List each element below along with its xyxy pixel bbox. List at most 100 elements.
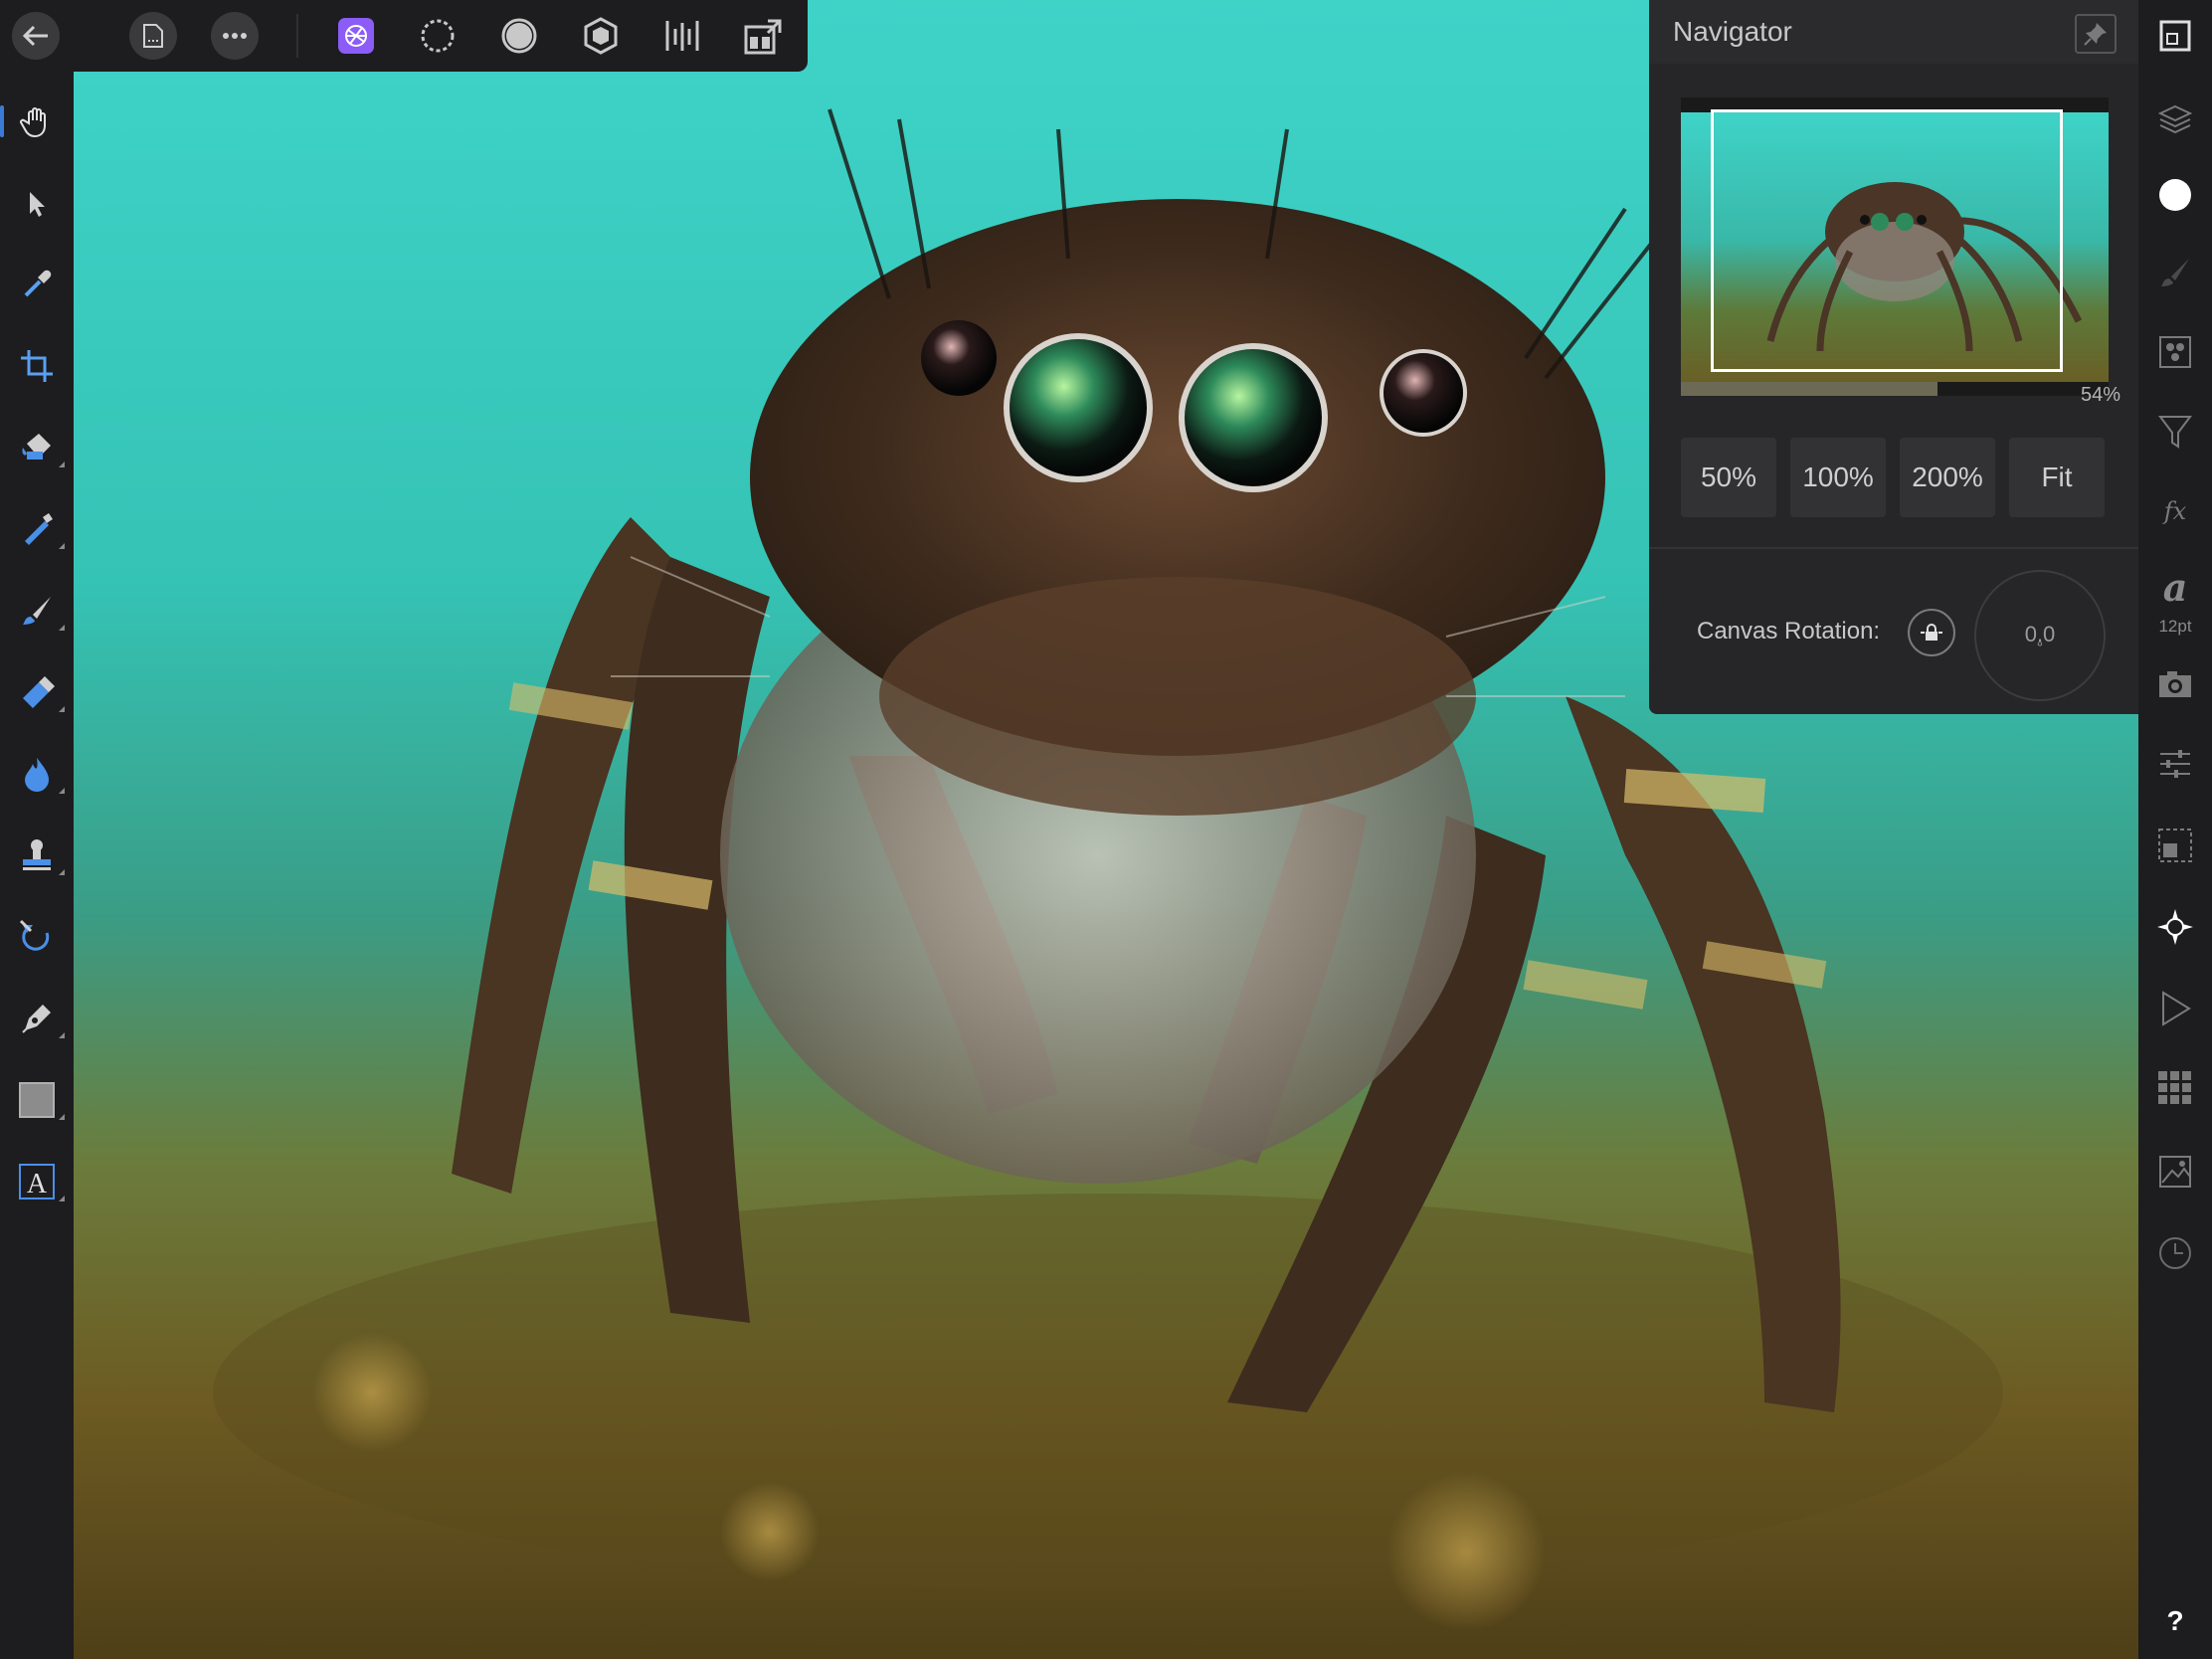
- tools-panel: A: [0, 0, 74, 1659]
- pin-panel-button[interactable]: [2075, 14, 2117, 54]
- transform-icon: [2157, 828, 2193, 863]
- rectangle-tool[interactable]: [13, 1076, 65, 1124]
- canvas-rotation-dial[interactable]: 0.0 °: [1974, 570, 2106, 701]
- viewport-frame[interactable]: [1711, 109, 2063, 372]
- liquify-persona-button[interactable]: [414, 12, 461, 60]
- adjustments-icon: [2158, 415, 2192, 449]
- svg-text:fx: fx: [2162, 497, 2187, 525]
- panel-divider: [1649, 547, 2138, 549]
- text-styles-studio-button[interactable]: a: [2151, 563, 2199, 611]
- navigator-panel: Navigator 54% 50% 100% 200% Fit Canvas R…: [1649, 0, 2138, 714]
- color-picker-icon: [20, 268, 54, 301]
- swatches-icon: [2158, 1071, 2192, 1105]
- navigator-preview[interactable]: [1681, 97, 2109, 396]
- hand-tool[interactable]: [0, 97, 61, 145]
- swatches-studio-button[interactable]: [2151, 1064, 2199, 1112]
- batch-persona-button[interactable]: [658, 12, 706, 60]
- navigator-icon: [2159, 20, 2191, 52]
- move-tool-icon: [22, 188, 52, 218]
- brushes-studio-button[interactable]: [2151, 249, 2199, 296]
- more-button[interactable]: [211, 12, 259, 60]
- tone-mapping-persona-button[interactable]: [577, 12, 625, 60]
- clone-stamp-tool[interactable]: [13, 831, 65, 879]
- move-tool[interactable]: [13, 179, 61, 227]
- adjustment-layers-icon: [2158, 749, 2192, 779]
- navigator-title: Navigator: [1673, 16, 1792, 47]
- paint-brush-tool[interactable]: [13, 587, 65, 635]
- stock-studio-button[interactable]: [2151, 1148, 2199, 1196]
- paint-brush-icon: [19, 593, 55, 629]
- zoom-100-button[interactable]: 100%: [1790, 438, 1886, 517]
- liquify-persona-icon: [419, 17, 457, 55]
- crop-tool-icon: [19, 348, 55, 384]
- studio-panel-bar: fx a 12pt ?: [2138, 0, 2212, 1659]
- flood-fill-tool[interactable]: [13, 424, 65, 471]
- color-picker-tool[interactable]: [13, 261, 61, 308]
- text-styles-icon: a: [2158, 567, 2192, 607]
- zoom-percent-label: 54%: [2080, 384, 2120, 406]
- pen-tool[interactable]: [13, 995, 65, 1042]
- flood-fill-icon: [19, 430, 55, 465]
- text-tool-icon: A: [18, 1163, 56, 1200]
- navigator-header: Navigator: [1649, 0, 2138, 64]
- document-button[interactable]: [129, 12, 177, 60]
- dodge-burn-tool[interactable]: [13, 750, 65, 798]
- zoom-slider-fill: [1681, 382, 1937, 396]
- zoom-fit-button[interactable]: Fit: [2009, 438, 2105, 517]
- text-size-label: 12pt: [2158, 617, 2192, 636]
- undo-brush-tool[interactable]: [13, 913, 61, 961]
- canvas-rotation-label: Canvas Rotation:: [1697, 618, 1881, 645]
- snapshots-studio-button[interactable]: [2151, 660, 2199, 708]
- stock-icon: [2158, 1155, 2192, 1189]
- fx-icon: fx: [2158, 496, 2192, 526]
- document-icon: [142, 23, 164, 49]
- photo-persona-button[interactable]: [332, 12, 380, 60]
- layers-studio-button[interactable]: [2151, 95, 2199, 143]
- fx-studio-button[interactable]: fx: [2151, 487, 2199, 535]
- color-icon: [2157, 177, 2193, 213]
- back-button[interactable]: [12, 12, 60, 60]
- clone-stamp-icon: [19, 837, 55, 873]
- canvas-rotation-unit: °: [2036, 640, 2044, 656]
- export-persona-button[interactable]: [740, 12, 788, 60]
- navigator-compass-icon: [2155, 907, 2195, 947]
- channels-studio-button[interactable]: [2151, 328, 2199, 376]
- selection-brush-icon: [19, 511, 55, 547]
- zoom-slider[interactable]: [1681, 382, 2109, 396]
- macros-icon: [2159, 991, 2191, 1026]
- rotation-lock-button[interactable]: [1908, 609, 1955, 656]
- develop-persona-icon: [500, 17, 538, 55]
- export-persona-icon: [744, 17, 784, 55]
- navigator-compass-button[interactable]: [2151, 903, 2199, 951]
- pin-icon: [2083, 21, 2109, 47]
- layers-icon: [2158, 102, 2192, 136]
- selection-brush-tool[interactable]: [13, 505, 65, 553]
- pen-tool-icon: [19, 1001, 55, 1036]
- history-studio-button[interactable]: [2151, 1229, 2199, 1277]
- zoom-50-button[interactable]: 50%: [1681, 438, 1776, 517]
- zoom-200-button[interactable]: 200%: [1900, 438, 1995, 517]
- macros-studio-button[interactable]: [2151, 985, 2199, 1032]
- crop-tool[interactable]: [13, 342, 61, 390]
- lock-icon: [1921, 622, 1942, 644]
- batch-persona-icon: [663, 17, 701, 55]
- navigator-studio-button[interactable]: [2151, 12, 2199, 60]
- help-icon: ?: [2166, 1605, 2184, 1636]
- undo-brush-icon: [19, 919, 55, 955]
- tone-mapping-persona-icon: [582, 17, 620, 55]
- adjustments-studio-button[interactable]: [2151, 408, 2199, 456]
- text-tool[interactable]: A: [13, 1158, 65, 1205]
- toolbar-divider: [296, 14, 298, 58]
- color-studio-button[interactable]: [2151, 171, 2199, 219]
- context-toolbar: [74, 0, 808, 72]
- hand-tool-icon: [19, 103, 55, 139]
- photo-persona-icon: [336, 16, 376, 56]
- rectangle-tool-icon: [18, 1081, 56, 1119]
- develop-persona-button[interactable]: [495, 12, 543, 60]
- erase-brush-tool[interactable]: [13, 668, 65, 716]
- adjustment-layers-studio-button[interactable]: [2151, 740, 2199, 788]
- transform-studio-button[interactable]: [2151, 822, 2199, 869]
- help-button[interactable]: ?: [2138, 1605, 2212, 1637]
- channels-icon: [2158, 335, 2192, 369]
- erase-brush-icon: [19, 674, 55, 710]
